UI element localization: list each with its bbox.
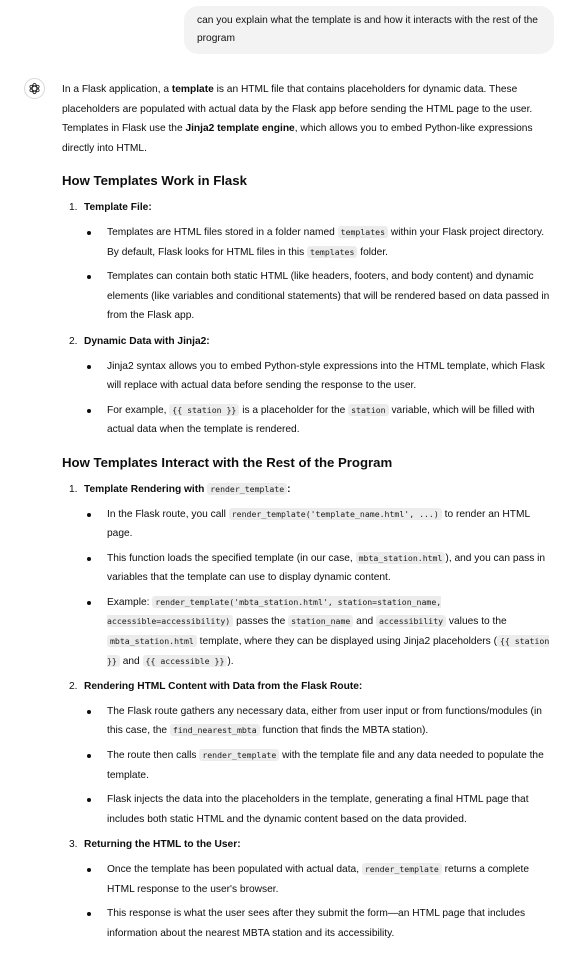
section-heading-how-templates-interact: How Templates Interact with the Rest of …: [62, 454, 393, 470]
step-rendering-html-content: 2. Rendering HTML Content with Data from…: [62, 677, 556, 829]
section-heading-how-templates-work: How Templates Work in Flask: [62, 173, 247, 189]
assistant-avatar: [24, 78, 45, 99]
step-title: Rendering HTML Content with Data from th…: [84, 681, 363, 693]
step-template-file: 1. Template File: Templates are HTML fil…: [62, 198, 556, 326]
step-returning-html: 3. Returning the HTML to the User: Once …: [62, 835, 556, 943]
list-item: In the Flask route, you call render_temp…: [84, 505, 556, 544]
openai-logo-icon: [29, 82, 40, 95]
step-template-rendering: 1. Template Rendering with render_templa…: [62, 480, 556, 671]
list-item: Once the template has been populated wit…: [84, 860, 556, 899]
step-title: Returning the HTML to the User:: [84, 839, 241, 851]
user-message-text: can you explain what the template is and…: [197, 15, 538, 44]
step-dynamic-data-jinja2: 2. Dynamic Data with Jinja2: Jinja2 synt…: [62, 332, 556, 440]
list-item: Templates can contain both static HTML (…: [84, 267, 556, 326]
list-item: The Flask route gathers any necessary da…: [84, 702, 556, 741]
user-message-bubble: can you explain what the template is and…: [184, 6, 554, 54]
intro-paragraph: In a Flask application, a template is an…: [62, 84, 533, 154]
list-item: Example: render_template('mbta_station.h…: [84, 593, 556, 671]
step-title: Dynamic Data with Jinja2:: [84, 335, 210, 347]
list-item: Templates are HTML files stored in a fol…: [84, 223, 556, 262]
step-title: Template File:: [84, 202, 152, 214]
list-item: This response is what the user sees afte…: [84, 904, 556, 943]
step-title: Template Rendering with render_template:: [84, 482, 291, 495]
list-item: For example, {{ station }} is a placehol…: [84, 401, 556, 440]
template-interact-steps: 1. Template Rendering with render_templa…: [62, 480, 556, 943]
template-work-steps: 1. Template File: Templates are HTML fil…: [62, 198, 556, 440]
list-item: Flask injects the data into the placehol…: [84, 790, 556, 829]
list-item: The route then calls render_template wit…: [84, 746, 556, 785]
list-item: Jinja2 syntax allows you to embed Python…: [84, 357, 556, 396]
list-item: This function loads the specified templa…: [84, 549, 556, 588]
assistant-response: In a Flask application, a template is an…: [62, 80, 556, 943]
